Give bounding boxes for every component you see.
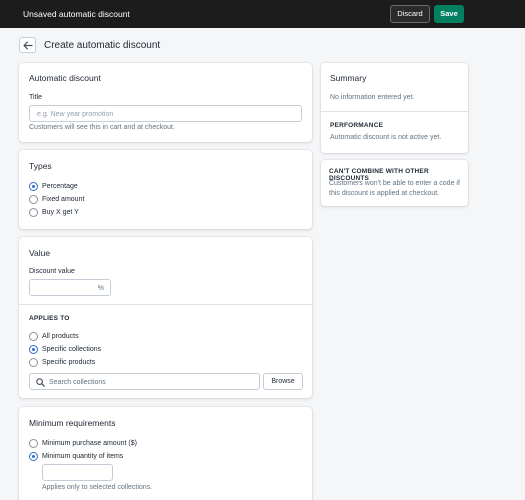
- summary-card: Summary No information entered yet. PERF…: [321, 63, 468, 153]
- title-help-text: Customers will see this in cart and at c…: [29, 124, 175, 131]
- automatic-discount-card: Automatic discount Title e.g. New year p…: [19, 63, 312, 142]
- top-bar: Unsaved automatic discount Discard Save: [0, 0, 525, 28]
- radio-selected[interactable]: [29, 182, 38, 191]
- discount-value-label: Discount value: [29, 268, 75, 275]
- performance-text: Automatic discount is not active yet.: [330, 134, 442, 141]
- minimum-requirements-card: Minimum requirements Minimum purchase am…: [19, 407, 312, 500]
- card-heading: Types: [29, 161, 52, 171]
- discount-value-input[interactable]: %: [29, 279, 111, 296]
- radio-label: Fixed amount: [42, 196, 85, 203]
- card-heading: Minimum requirements: [29, 418, 116, 428]
- radio-label: Buy X get Y: [42, 209, 79, 216]
- radio-unselected[interactable]: [29, 208, 38, 217]
- types-card: Types Percentage Fixed amount Buy X get …: [19, 150, 312, 229]
- radio-unselected[interactable]: [29, 358, 38, 367]
- card-heading: Automatic discount: [29, 73, 101, 83]
- card-heading: Value: [29, 248, 51, 258]
- combine-text-line-2: this discount is applied at checkout.: [329, 190, 440, 197]
- search-placeholder: Search collections: [49, 379, 106, 386]
- search-icon: [36, 378, 45, 387]
- radio-label: Percentage: [42, 183, 78, 190]
- minimum-help-text: Applies only to selected collections.: [42, 484, 153, 491]
- title-placeholder: e.g. New year promotion: [37, 111, 114, 118]
- minimum-quantity-input[interactable]: [42, 464, 113, 481]
- performance-heading: PERFORMANCE: [330, 122, 384, 129]
- unsaved-title: Unsaved automatic discount: [23, 9, 130, 19]
- radio-label: Minimum quantity of items: [42, 453, 124, 460]
- summary-heading: Summary: [330, 73, 367, 83]
- title-input[interactable]: e.g. New year promotion: [29, 105, 302, 122]
- combine-info-card: CAN'T COMBINE WITH OTHER DISCOUNTS Custo…: [321, 160, 468, 206]
- radio-label: Minimum purchase amount ($): [42, 440, 137, 447]
- divider: [321, 111, 468, 112]
- divider: [19, 304, 312, 305]
- radio-label: Specific collections: [42, 346, 102, 353]
- radio-label: Specific products: [42, 359, 96, 366]
- browse-button[interactable]: Browse: [263, 373, 303, 390]
- search-collections-input[interactable]: Search collections: [29, 373, 260, 390]
- applies-to-heading: APPLIES TO: [29, 315, 70, 322]
- radio-unselected[interactable]: [29, 332, 38, 341]
- page-title: Create automatic discount: [44, 40, 161, 51]
- summary-empty-text: No information entered yet.: [330, 94, 415, 101]
- radio-selected[interactable]: [29, 345, 38, 354]
- radio-unselected[interactable]: [29, 439, 38, 448]
- arrow-left-icon: [23, 41, 33, 50]
- back-button[interactable]: [19, 37, 36, 53]
- radio-selected[interactable]: [29, 452, 38, 461]
- discard-button[interactable]: Discard: [390, 5, 430, 23]
- radio-unselected[interactable]: [29, 195, 38, 204]
- percent-suffix: %: [97, 285, 104, 292]
- value-card: Value Discount value % APPLIES TO All pr…: [19, 237, 312, 398]
- title-label: Title: [29, 94, 42, 101]
- radio-label: All products: [42, 333, 79, 340]
- combine-text-line-1: Customers won't be able to enter a code …: [329, 180, 460, 187]
- save-button[interactable]: Save: [434, 5, 464, 23]
